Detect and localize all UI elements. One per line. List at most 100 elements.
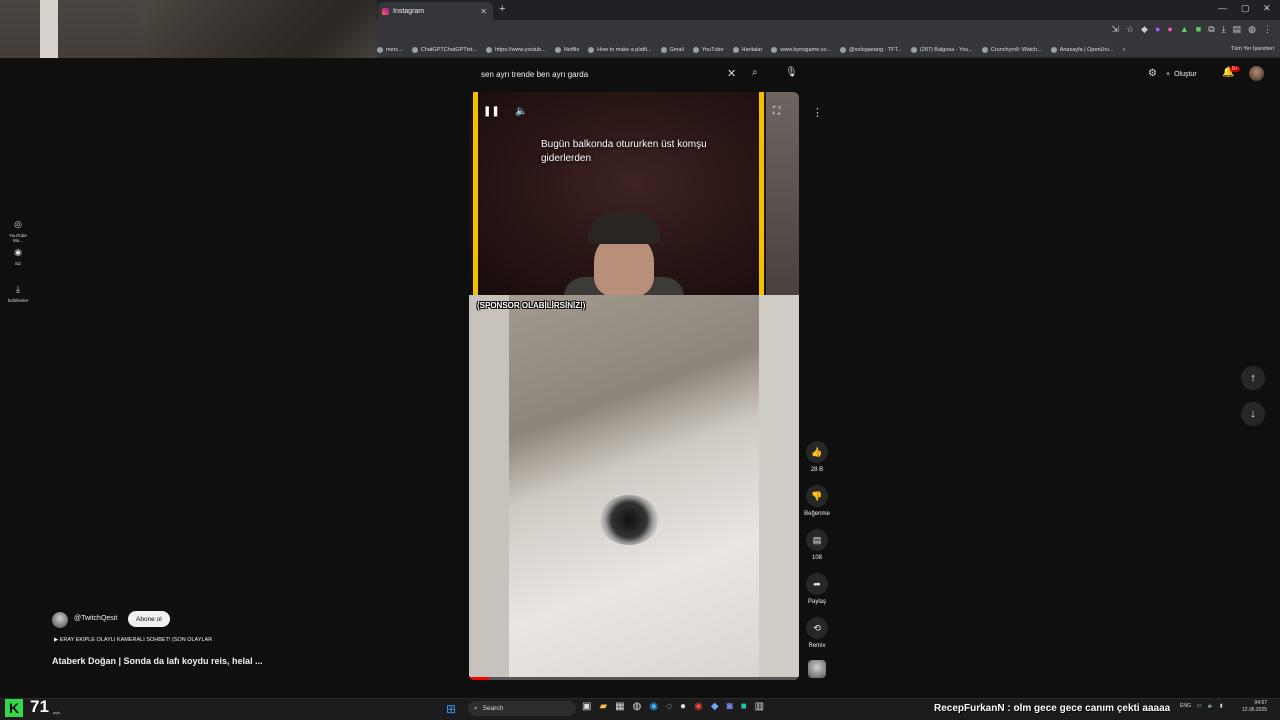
shorts-player[interactable]: Bugün balkonda otururken üst komşu gider… xyxy=(469,92,799,680)
download-icon[interactable]: ⤓ xyxy=(1222,24,1226,35)
video-frame-bottom: (SPONSOR OLABİLİRSİNİZ!) xyxy=(469,295,799,680)
bookmark-item[interactable]: @sologaeang - TFT... xyxy=(840,46,902,53)
clear-search-icon[interactable]: ✕ xyxy=(727,67,736,80)
sound-thumbnail[interactable] xyxy=(808,660,826,678)
weather-label[interactable]: açık xyxy=(53,710,60,715)
account-avatar[interactable] xyxy=(1249,66,1264,81)
pause-icon[interactable]: ❚❚ xyxy=(483,106,500,117)
plus-icon: + xyxy=(1166,70,1171,78)
progress-fill xyxy=(469,677,489,680)
sidebar-icon[interactable]: ▤ xyxy=(1233,24,1242,35)
new-tab-button[interactable]: + xyxy=(499,3,505,15)
github-icon[interactable]: ● xyxy=(680,701,686,712)
fullscreen-icon[interactable]: ⛶ xyxy=(773,106,780,117)
sidebar-item-you[interactable]: ◉ Siz xyxy=(4,247,32,266)
edge-icon[interactable]: ◉ xyxy=(649,701,658,712)
tab-close-icon[interactable]: ✕ xyxy=(480,7,487,16)
like-button[interactable]: 👍 28 B xyxy=(800,441,834,473)
bookmark-item[interactable]: Crunchyroll: Watch... xyxy=(981,46,1042,53)
bookmark-item[interactable]: YouTube xyxy=(692,46,724,53)
bookmark-item[interactable]: How to make a platfi... xyxy=(588,46,652,53)
playlist-link[interactable]: ▶ ERAY EKİPLE OLAYLI KAMERALI SOHBET! (S… xyxy=(54,637,212,643)
star-icon[interactable]: ☆ xyxy=(1126,24,1134,35)
extension-icon[interactable]: ● xyxy=(1167,24,1172,35)
search-icon[interactable]: ⌕ xyxy=(752,67,758,78)
play-icon: ▶ xyxy=(54,637,59,643)
subscribe-button[interactable]: Abone ol xyxy=(128,611,170,627)
bookmark-label: Haritalar xyxy=(741,46,763,53)
system-clock[interactable]: 04:57 12.06.2025 xyxy=(1242,700,1267,714)
video-title[interactable]: Ataberk Doğan | Sonda da lafı koydu reis… xyxy=(52,656,263,666)
cast-icon[interactable]: ⚙ xyxy=(1148,68,1157,79)
discord-icon[interactable]: ◙ xyxy=(727,701,733,712)
bookmark-item[interactable]: » xyxy=(1122,47,1125,53)
volume-icon[interactable]: 🔈 xyxy=(1208,703,1214,709)
share-button[interactable]: ➦ Paylaş xyxy=(800,573,834,605)
steam-icon[interactable]: ◍ xyxy=(633,701,642,712)
store-icon[interactable]: ▦ xyxy=(615,701,624,712)
file-explorer-icon[interactable]: ▰ xyxy=(599,701,607,712)
search-input[interactable]: sen ayrı trende ben ayrı garda xyxy=(481,70,588,79)
install-icon[interactable]: ⇲ xyxy=(1111,24,1119,35)
app-icon[interactable]: ◌ xyxy=(666,701,672,712)
puzzle-icon[interactable]: ⧉ xyxy=(1208,24,1214,35)
close-window-icon[interactable]: ✕ xyxy=(1263,3,1271,14)
bookmark-item[interactable]: merc... xyxy=(377,46,403,53)
battery-icon[interactable]: ▮ xyxy=(1220,703,1223,709)
extension-icon[interactable]: ◆ xyxy=(1141,24,1148,35)
task-view-icon[interactable]: ▣ xyxy=(582,701,591,712)
volume-icon[interactable]: 🔈 xyxy=(515,106,527,117)
taskbar-search-label: Search xyxy=(482,705,504,712)
microphone-icon[interactable]: 🎙 xyxy=(785,67,798,79)
bookmarks-bar: merc... ChatGPTChatGPTtst... https://www.y… xyxy=(377,42,1280,58)
all-bookmarks[interactable]: Tüm Yer İşaretleri xyxy=(1231,46,1274,52)
menu-icon[interactable]: ⋮ xyxy=(1263,24,1272,35)
sidebar-item-label: YouTube Mu... xyxy=(9,233,27,243)
clock-time: 04:57 xyxy=(1254,700,1268,706)
app-icon[interactable]: ■ xyxy=(741,701,747,712)
windows-start-icon[interactable]: ⊞ xyxy=(446,702,456,716)
search-box[interactable]: sen ayrı trende ben ayrı garda xyxy=(475,65,770,83)
bookmark-favicon-icon xyxy=(411,46,418,53)
chrome-icon[interactable]: ◉ xyxy=(694,701,703,712)
search-icon: ⌕ xyxy=(474,704,478,712)
comments-button[interactable]: ▤ 108 xyxy=(800,529,834,561)
bookmark-favicon-icon xyxy=(981,46,988,53)
bookmark-item[interactable]: Netflix xyxy=(554,46,579,53)
bookmark-item[interactable]: (287) Balgosa - You... xyxy=(910,46,973,53)
bookmark-item[interactable]: ChatGPTChatGPTtst... xyxy=(411,46,478,53)
bookmark-item[interactable]: https://www.youtub... xyxy=(486,46,546,53)
bookmark-item[interactable]: Gmail xyxy=(660,46,684,53)
dislike-button[interactable]: 👎 Beğenme xyxy=(800,485,834,517)
extension-icon[interactable]: ▲ xyxy=(1180,24,1189,35)
monitor-icon[interactable]: ▭ xyxy=(1197,703,1202,709)
create-button[interactable]: + Oluştur xyxy=(1166,67,1197,81)
more-options-icon[interactable]: ⋮ xyxy=(812,106,823,119)
channel-avatar[interactable] xyxy=(52,612,68,628)
sidebar-item-downloads[interactable]: ⤓ İndirilenler xyxy=(4,284,32,303)
previous-short-arrow-up-icon[interactable]: ↑ xyxy=(1241,366,1265,390)
channel-name[interactable]: @TwitchQesit xyxy=(74,615,117,622)
bookmark-favicon-icon xyxy=(660,46,667,53)
bookmark-label: Anasayfa | OpenUni... xyxy=(1059,46,1114,53)
app-icon[interactable]: ▥ xyxy=(755,701,764,712)
next-short-arrow-down-icon[interactable]: ↓ xyxy=(1241,402,1265,426)
extension-icon[interactable]: ● xyxy=(1155,24,1160,35)
bookmark-label: ChatGPTChatGPTtst... xyxy=(420,46,478,53)
language-indicator[interactable]: ENG xyxy=(1180,703,1191,709)
bookmark-label: https://www.youtub... xyxy=(495,46,546,53)
taskbar-search[interactable]: ⌕ Search xyxy=(468,701,576,716)
sidebar-item-youtube-music[interactable]: ◎ YouTube Mu... xyxy=(4,219,32,243)
video-progress-bar[interactable] xyxy=(469,677,799,680)
profile-icon[interactable]: ◍ xyxy=(1248,24,1256,35)
remix-button[interactable]: ⟲ Remix xyxy=(800,617,834,649)
browser-tab[interactable]: Instagram ✕ xyxy=(378,2,493,20)
browser-tab-bar xyxy=(377,0,1280,20)
bookmark-item[interactable]: Anasayfa | OpenUni... xyxy=(1050,46,1114,53)
app-icon[interactable]: ◆ xyxy=(711,701,719,712)
extension-icon[interactable]: ■ xyxy=(1196,24,1201,35)
minimize-icon[interactable]: — xyxy=(1218,3,1227,13)
maximize-icon[interactable]: ▢ xyxy=(1241,3,1250,14)
bookmark-item[interactable]: Haritalar xyxy=(732,46,763,53)
bookmark-item[interactable]: www.bynogame.co... xyxy=(771,46,831,53)
